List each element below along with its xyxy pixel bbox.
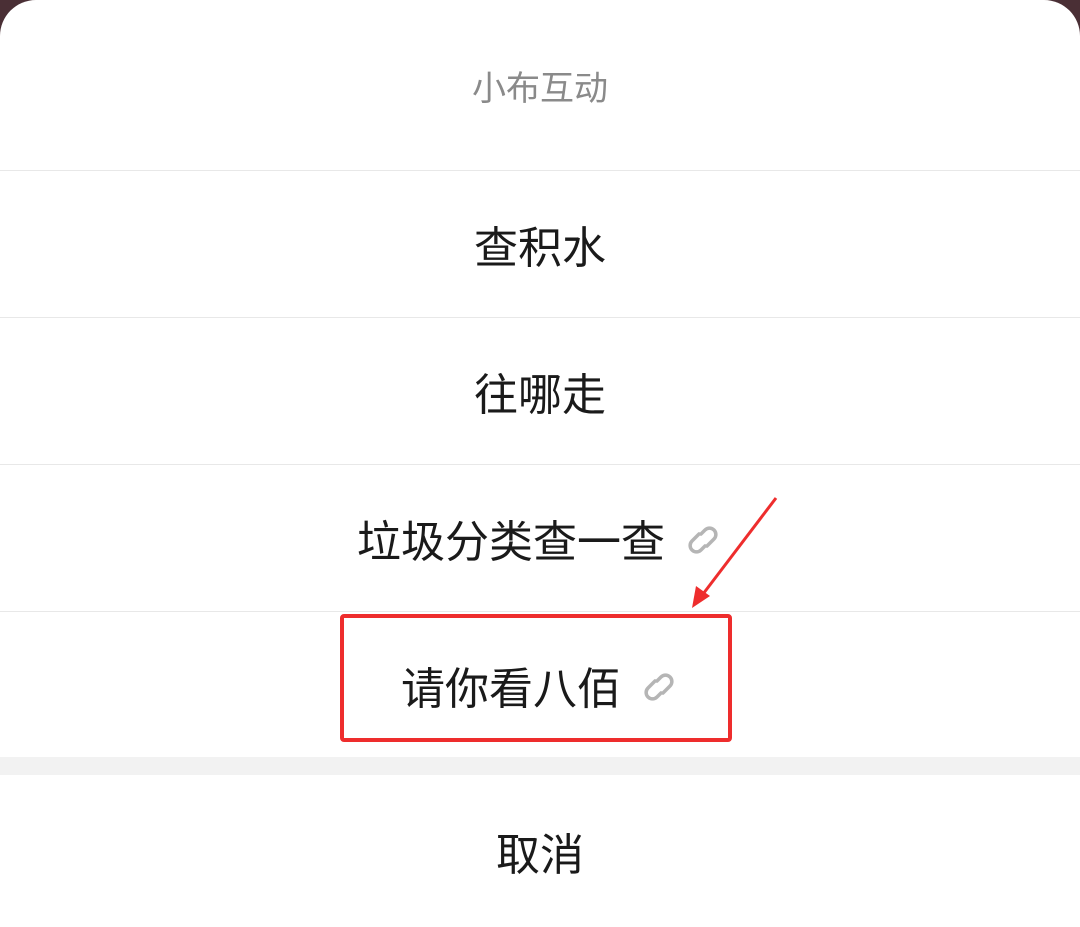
option-label: 查积水 [474,222,606,274]
action-sheet: 小布互动 查积水 往哪走 垃圾分类查一查 请你看八佰 取消 [0,0,1080,927]
sheet-title: 小布互动 [472,68,608,109]
option-garbage-sorting[interactable]: 垃圾分类查一查 [0,464,1080,610]
section-divider [0,757,1080,775]
option-watch-babai[interactable]: 请你看八佰 [0,611,1080,757]
option-label: 往哪走 [474,369,606,421]
option-label: 请你看八佰 [401,663,621,715]
option-label: 垃圾分类查一查 [357,516,665,568]
option-check-water[interactable]: 查积水 [0,170,1080,316]
cancel-label: 取消 [496,830,584,881]
link-icon [639,667,679,707]
cancel-button[interactable]: 取消 [0,775,1080,927]
link-icon [683,520,723,560]
option-which-way[interactable]: 往哪走 [0,317,1080,463]
